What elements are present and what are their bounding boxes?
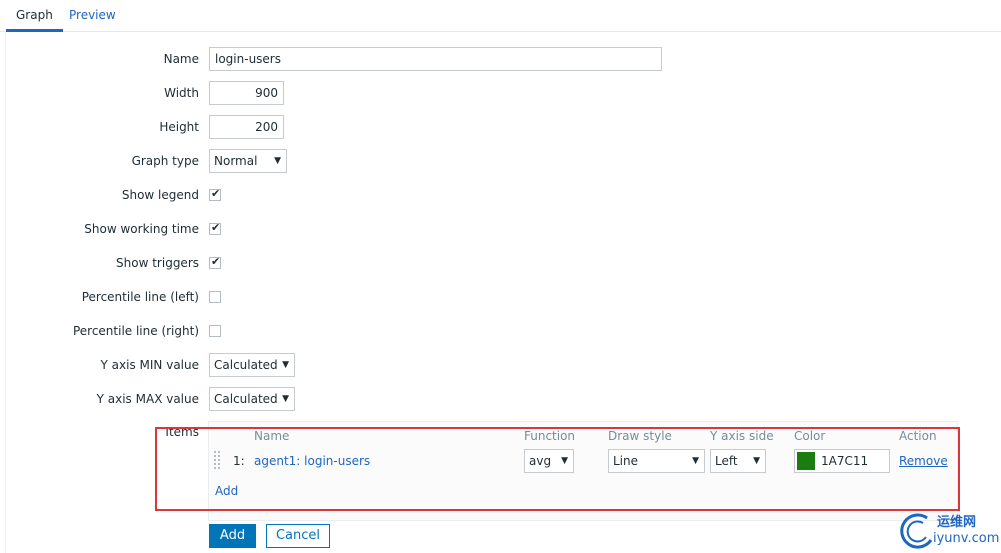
watermark-en: iyunv.com [933, 531, 1000, 546]
graph-type-row: Graph type Normal ▼ [0, 149, 1001, 173]
show-working-time-label: Show working time [84, 222, 199, 236]
show-triggers-checkbox[interactable]: ✔ [209, 255, 221, 269]
percentile-left-checkbox[interactable] [209, 291, 221, 303]
y-min-label: Y axis MIN value [100, 358, 199, 372]
height-input[interactable] [209, 115, 284, 139]
y-min-select[interactable]: Calculated ▼ [209, 353, 295, 377]
percentile-right-label: Percentile line (right) [72, 324, 199, 338]
graph-type-value: Normal [214, 154, 258, 168]
checkmark-icon: ✔ [211, 187, 221, 200]
y-max-row: Y axis MAX value Calculated ▼ [0, 387, 1001, 411]
tab-graph[interactable]: Graph [6, 0, 63, 32]
items-highlight-box [155, 427, 960, 511]
show-legend-row: Show legend ✔ [0, 183, 1001, 207]
show-triggers-row: Show triggers ✔ [0, 251, 1001, 275]
tab-preview[interactable]: Preview [59, 0, 126, 31]
watermark-cn: 运维网 [937, 515, 977, 530]
percentile-left-label: Percentile line (left) [81, 290, 199, 304]
width-input[interactable] [209, 81, 284, 105]
width-row: Width [0, 81, 1001, 105]
show-working-time-checkbox[interactable]: ✔ [209, 221, 221, 235]
percentile-left-row: Percentile line (left) [0, 285, 1001, 309]
graph-type-label: Graph type [131, 154, 199, 168]
watermark-logo-icon [900, 513, 933, 549]
height-label: Height [159, 120, 199, 134]
percentile-right-checkbox[interactable] [209, 325, 221, 337]
chevron-down-icon: ▼ [282, 360, 289, 370]
percentile-right-row: Percentile line (right) [0, 319, 1001, 343]
name-label: Name [163, 52, 199, 66]
name-input[interactable] [209, 47, 662, 71]
checkmark-icon: ✔ [211, 255, 221, 268]
tab-bar: Graph Preview [0, 0, 1001, 32]
y-max-select[interactable]: Calculated ▼ [209, 387, 295, 411]
watermark: 运维网 iyunv.com [897, 507, 1001, 553]
show-triggers-label: Show triggers [116, 256, 199, 270]
cancel-button[interactable]: Cancel [266, 524, 330, 548]
height-row: Height [0, 115, 1001, 139]
y-min-value: Calculated [214, 358, 278, 372]
checkmark-icon: ✔ [211, 221, 221, 234]
y-max-value: Calculated [214, 392, 278, 406]
chevron-down-icon: ▼ [274, 156, 281, 166]
name-row: Name [0, 47, 1001, 71]
add-button[interactable]: Add [209, 524, 256, 548]
width-label: Width [164, 86, 199, 100]
show-legend-label: Show legend [121, 188, 199, 202]
y-max-label: Y axis MAX value [96, 392, 199, 406]
show-working-time-row: Show working time ✔ [0, 217, 1001, 241]
chevron-down-icon: ▼ [282, 394, 289, 404]
show-legend-checkbox[interactable]: ✔ [209, 187, 221, 201]
graph-type-select[interactable]: Normal ▼ [209, 149, 287, 173]
y-min-row: Y axis MIN value Calculated ▼ [0, 353, 1001, 377]
